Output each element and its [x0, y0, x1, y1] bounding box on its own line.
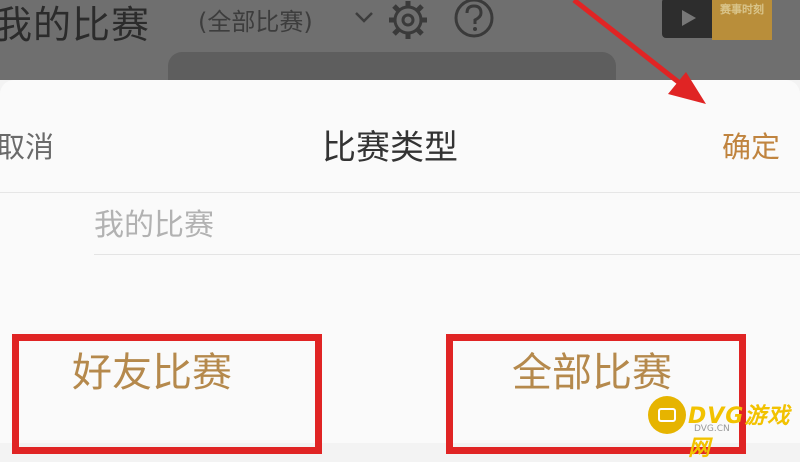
- arrow-annotation: [572, 0, 706, 104]
- gamepad-icon: [648, 396, 686, 434]
- watermark: DVG游戏网 DVG.CN: [648, 392, 800, 461]
- watermark-sub: DVG.CN: [694, 424, 730, 434]
